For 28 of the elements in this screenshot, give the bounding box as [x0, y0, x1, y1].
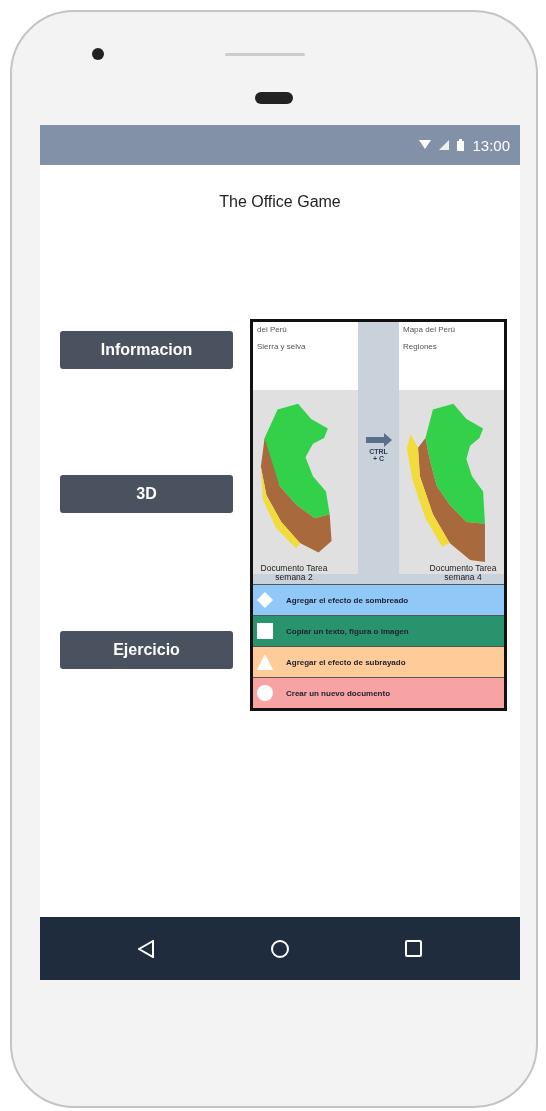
document-subheading: Sierra y selva: [257, 342, 307, 351]
home-icon[interactable]: [271, 939, 289, 958]
document-caption: Documento Tarea semana 4: [428, 564, 498, 581]
wifi-icon: [419, 140, 432, 150]
triangle-icon: [256, 653, 274, 671]
square-icon: [256, 622, 274, 640]
legend-text: Agregar el efecto de sombreado: [286, 595, 409, 605]
document-heading: Mapa del Perú: [403, 325, 457, 334]
legend-text: Crear un nuevo documento: [286, 688, 390, 698]
clock-time: 13:00: [472, 136, 510, 154]
camera-lens: [92, 48, 104, 60]
recent-apps-icon[interactable]: [405, 940, 422, 957]
app-title: The Office Game: [218, 193, 342, 211]
menu-button[interactable]: Informacion: [60, 331, 233, 369]
legend-text: Copiar un texto, figura o imagen: [286, 626, 409, 636]
document-caption: Documento Tarea semana 2: [259, 564, 329, 581]
diamond-icon: [256, 591, 274, 609]
menu-button[interactable]: Ejercicio: [60, 631, 233, 669]
sensor-pill: [255, 92, 293, 104]
document-subheading: Regiones: [403, 342, 438, 351]
circle-icon: [256, 684, 274, 702]
battery-icon: [457, 139, 465, 151]
document-heading: del Perú: [257, 325, 288, 334]
menu-button[interactable]: 3D: [60, 475, 233, 513]
back-icon[interactable]: [138, 939, 155, 958]
arrow-icon: [365, 433, 392, 448]
legend-text: Agregar el efecto de subrayado: [286, 657, 406, 667]
signal-icon: [439, 140, 450, 150]
